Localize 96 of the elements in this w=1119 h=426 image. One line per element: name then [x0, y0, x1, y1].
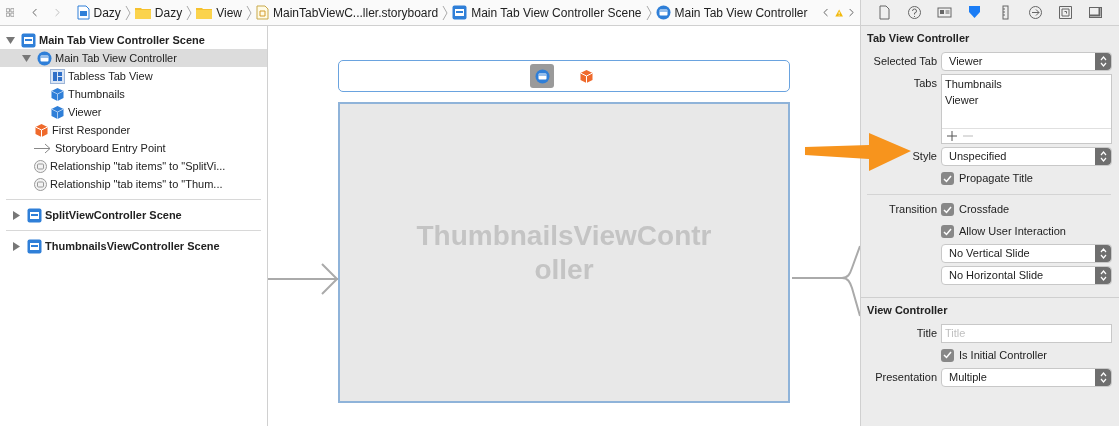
outline-label: Relationship "tab items" to "Thum... [50, 176, 223, 192]
scene-icon [21, 32, 36, 48]
popup-button[interactable]: No Vertical Slide [941, 244, 1112, 263]
outline-label: Thumbnails [68, 86, 125, 102]
relationship-lines [792, 245, 860, 317]
cube-icon [50, 86, 65, 102]
chevron-icon [645, 5, 652, 20]
up-down-chevron-icon [1099, 56, 1107, 67]
outline-item[interactable]: Main Tab View Controller [0, 49, 267, 67]
back-icon[interactable] [32, 6, 38, 19]
window-icon[interactable] [1088, 5, 1104, 20]
checkbox-label: Propagate Title [959, 171, 1033, 187]
arrow-icon [34, 142, 52, 154]
outline-label: Main Tab View Controller [55, 50, 177, 66]
outline-label: Viewer [68, 104, 102, 120]
checkbox[interactable] [941, 172, 954, 185]
section-title: Tab View Controller [866, 31, 971, 46]
scene-icon [452, 5, 468, 20]
outline-label: Main Tab View Controller Scene [39, 32, 205, 48]
field-label: Selected Tab [873, 55, 937, 68]
back-icon[interactable] [823, 6, 829, 19]
outline-item[interactable]: Relationship "tab items" to "SplitVi... [0, 157, 267, 175]
outline-item[interactable]: First Responder [0, 121, 267, 139]
outline-label: Relationship "tab items" to "SplitVi... [50, 158, 226, 174]
breadcrumb[interactable]: View [196, 3, 242, 22]
field-label: Presentation [875, 370, 937, 383]
folder-icon [196, 6, 213, 19]
cube-icon [34, 122, 49, 138]
checkbox[interactable] [941, 203, 954, 216]
outline-label: First Responder [52, 122, 131, 138]
relationship-icon [34, 159, 47, 173]
document-icon [76, 5, 90, 20]
section-title: View Controller [866, 302, 949, 318]
breadcrumb[interactable]: MainTabViewC...ller.storyboard [256, 3, 439, 22]
collapsed-triangle-icon[interactable] [12, 241, 21, 251]
checkbox[interactable] [941, 348, 954, 362]
checkbox-label: Is Initial Controller [959, 347, 1048, 363]
outline-item[interactable]: Tabless Tab View [0, 67, 267, 85]
tab-view-icon [50, 68, 65, 84]
outline-item[interactable]: Main Tab View Controller Scene [0, 31, 267, 49]
breadcrumb[interactable]: Main Tab View Controller Scene [452, 3, 642, 22]
popup-button[interactable]: Multiple [941, 367, 1112, 387]
grid-icon[interactable] [6, 6, 15, 19]
up-down-chevron-icon [1099, 371, 1107, 383]
checkbox-label: Crossfade [959, 202, 1010, 218]
field-label: Title [916, 326, 937, 339]
cube-icon [578, 68, 594, 84]
scene-icon [27, 207, 42, 223]
chevron-icon [186, 5, 193, 20]
file-icon[interactable] [876, 5, 892, 20]
popup-button[interactable]: Unspecified [941, 147, 1112, 166]
up-down-chevron-icon [1099, 270, 1107, 281]
arrow-circle-icon[interactable] [1027, 5, 1043, 20]
breadcrumb[interactable]: Dazy [134, 3, 183, 22]
forward-icon[interactable] [848, 6, 854, 19]
cube-icon [50, 104, 65, 120]
outline-item[interactable]: Relationship "tab items" to "Thum... [0, 175, 267, 193]
breadcrumb[interactable]: Main Tab View Controller [655, 3, 808, 22]
attributes-icon[interactable] [967, 5, 983, 20]
checkbox-label: Allow User Interaction [959, 224, 1066, 240]
outline-item[interactable]: Storyboard Entry Point [0, 139, 267, 157]
popup-button[interactable]: No Horizontal Slide [941, 266, 1112, 285]
list-item[interactable]: Viewer [945, 92, 1108, 108]
field-label: Tabs [913, 77, 937, 89]
up-down-chevron-icon [1099, 248, 1107, 259]
breadcrumb[interactable]: Dazy [76, 3, 121, 22]
outline-label: Storyboard Entry Point [55, 140, 166, 156]
scene-icon [27, 238, 42, 254]
folder-icon [134, 6, 151, 19]
outline-item[interactable]: SplitViewController Scene [6, 206, 261, 224]
outline-label: SplitViewController Scene [45, 207, 182, 223]
identity-card-icon[interactable] [937, 5, 953, 20]
relationship-icon [34, 177, 47, 191]
title-field[interactable]: Title [941, 323, 1112, 343]
controller-icon [655, 5, 671, 20]
controller-icon [534, 68, 550, 84]
chevron-icon [246, 5, 252, 20]
field-label: Transition [889, 203, 937, 216]
entry-arrow [268, 262, 340, 296]
chevron-icon [442, 5, 449, 20]
list-item[interactable]: Thumbnails [945, 76, 1108, 92]
outline-item[interactable]: Thumbnails [0, 85, 267, 103]
outline-item[interactable]: Viewer [0, 103, 267, 121]
add-icon[interactable] [947, 131, 957, 141]
chevron-icon [124, 5, 131, 20]
outline-label: Tabless Tab View [68, 68, 153, 84]
document-icon [256, 5, 269, 20]
collapsed-triangle-icon[interactable] [12, 210, 21, 220]
outline-label: ThumbnailsViewController Scene [45, 238, 220, 254]
help-icon[interactable] [906, 5, 922, 20]
field-label: Style [912, 150, 937, 163]
popup-button[interactable]: Viewer [941, 52, 1112, 71]
up-down-chevron-icon [1099, 151, 1107, 162]
checkbox[interactable] [941, 225, 954, 238]
controller-icon [37, 50, 52, 66]
outline-item[interactable]: ThumbnailsViewController Scene [6, 237, 261, 255]
